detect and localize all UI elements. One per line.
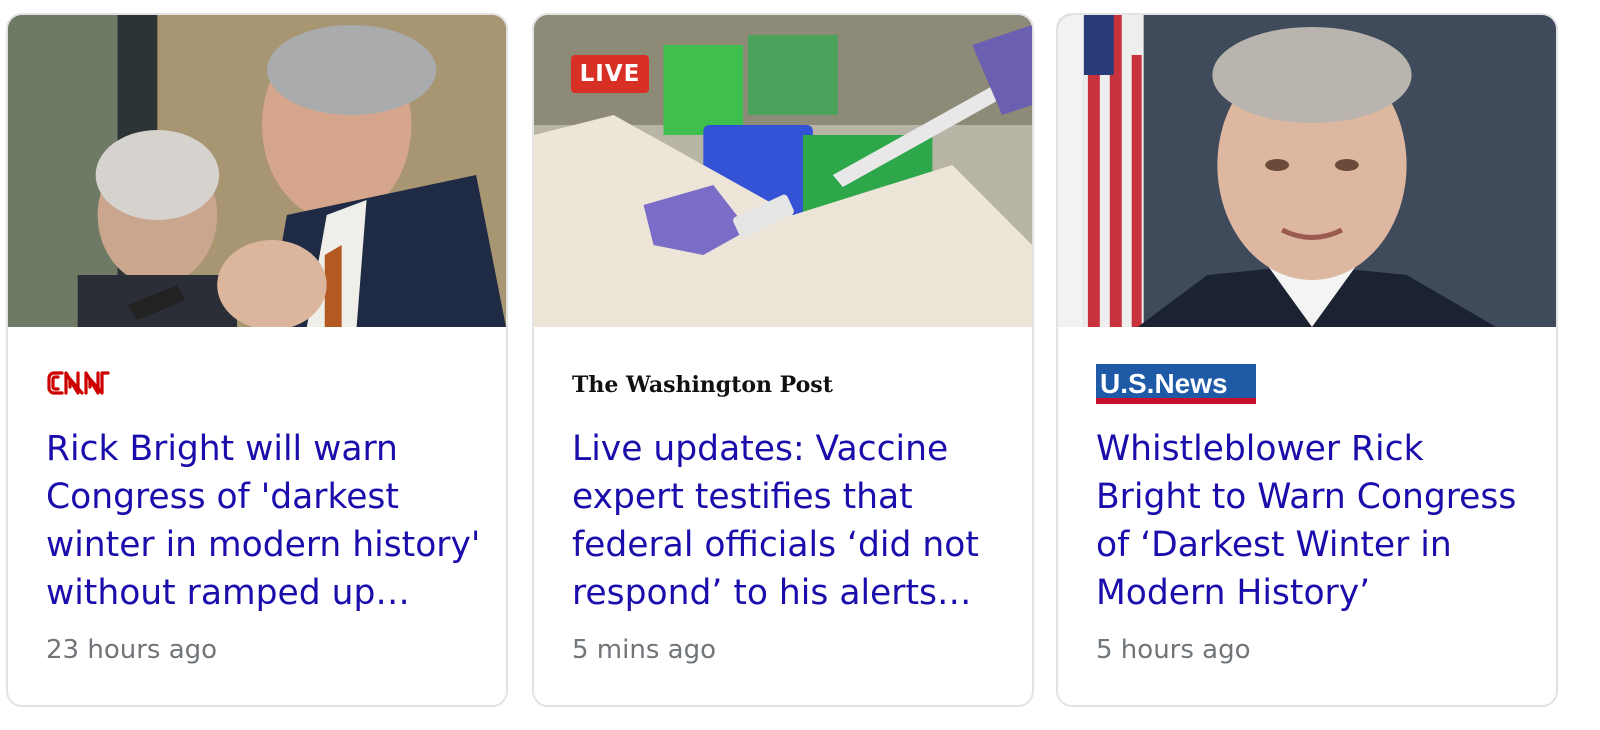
hearing-photo xyxy=(8,15,506,327)
portrait-photo xyxy=(1058,15,1556,327)
timestamp: 5 mins ago xyxy=(572,635,716,665)
headline-link[interactable]: Live updates: Vaccine expert testifies t… xyxy=(572,425,1012,617)
news-thumbnail[interactable] xyxy=(1058,15,1556,327)
cnn-logo-icon xyxy=(47,371,110,395)
live-badge: LIVE xyxy=(571,55,649,93)
timestamp: 23 hours ago xyxy=(46,635,218,665)
headline-link[interactable]: Whistleblower Rick Bright to Warn Congre… xyxy=(1096,425,1536,617)
headline-link[interactable]: Rick Bright will warn Congress of 'darke… xyxy=(46,425,486,617)
usnews-logo-text: U.S.News xyxy=(1100,368,1228,399)
source-logo-cnn xyxy=(46,367,112,407)
news-thumbnail[interactable] xyxy=(8,15,506,327)
news-card[interactable]: Rick Bright will warn Congress of 'darke… xyxy=(6,13,508,707)
news-carousel: Rick Bright will warn Congress of 'darke… xyxy=(6,13,1594,710)
usnews-logo-icon: U.S.News xyxy=(1096,364,1256,404)
timestamp: 5 hours ago xyxy=(1096,635,1251,665)
news-card[interactable]: LIVE The Washington Post Live updates: V… xyxy=(532,13,1034,707)
news-card[interactable]: U.S.News Whistleblower Rick Bright to Wa… xyxy=(1056,13,1558,707)
source-logo-washington-post: The Washington Post xyxy=(572,372,833,398)
source-logo-usnews: U.S.News xyxy=(1096,364,1256,404)
